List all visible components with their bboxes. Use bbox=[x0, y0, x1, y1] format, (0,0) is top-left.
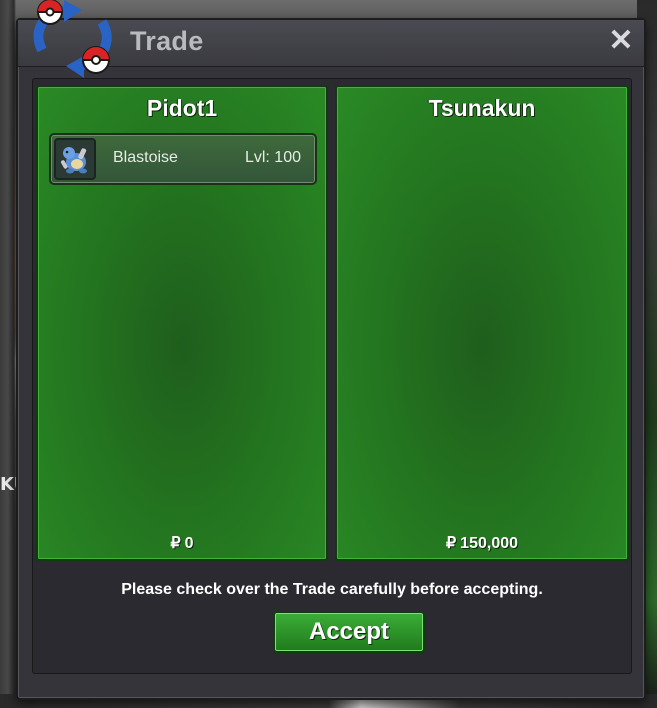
currency-symbol: ₽ bbox=[445, 535, 457, 552]
item-name: Blastoise bbox=[113, 149, 178, 166]
money-left: ₽0 bbox=[38, 533, 326, 553]
currency-symbol: ₽ bbox=[170, 535, 181, 552]
trade-pokeball-arrows-icon bbox=[22, 0, 126, 80]
item-level: Lvl: 100 bbox=[244, 149, 301, 166]
player-name-left: Pidot1 bbox=[146, 95, 218, 121]
blastoise-icon bbox=[54, 138, 96, 180]
accept-button[interactable]: Accept bbox=[273, 611, 425, 653]
money-right: ₽150,000 bbox=[337, 533, 627, 553]
trade-notice: Please check over the Trade carefully be… bbox=[121, 581, 543, 598]
trade-content: Pidot1 Blastoise Lvl: 100 ₽ 0 Tsunakun ₽… bbox=[32, 78, 632, 674]
money-amount-right: 150,000 bbox=[460, 535, 519, 552]
offer-panel-right: Tsunakun ₽150,000 bbox=[335, 85, 629, 561]
trade-window: Trade ✕ Pidot1 Blastoise Lvl: 100 ₽ 0 Ts… bbox=[16, 18, 646, 700]
close-icon[interactable]: ✕ bbox=[606, 26, 636, 56]
offer-panel-left: Pidot1 Blastoise Lvl: 100 ₽ 0 bbox=[36, 85, 328, 561]
window-title: Trade bbox=[130, 26, 204, 56]
player-name-right: Tsunakun bbox=[428, 95, 536, 121]
money-amount-left: 0 bbox=[184, 535, 194, 552]
trade-item-slot[interactable]: Blastoise Lvl: 100 bbox=[49, 133, 317, 185]
